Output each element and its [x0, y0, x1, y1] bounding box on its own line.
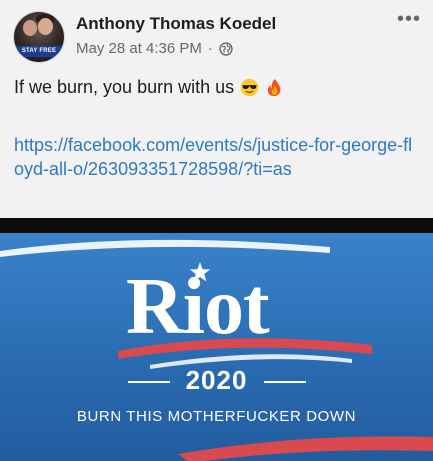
post-meta: May 28 at 4:36 PM · — [76, 40, 233, 57]
banner-year: 2020 — [185, 365, 248, 395]
riot-banner: Riot 2020 BURN THIS MOTHERFUCKER DOWN — [0, 233, 433, 461]
author-name[interactable]: Anthony Thomas Koedel — [76, 14, 276, 34]
more-options-icon[interactable]: ••• — [397, 9, 421, 29]
avatar-face-right — [38, 18, 53, 35]
meta-separator: · — [207, 40, 213, 57]
post-text: If we burn, you burn with us — [14, 77, 284, 98]
post-header: STAY FREE Anthony Thomas Koedel May 28 a… — [0, 0, 433, 70]
avatar-badge: STAY FREE — [16, 46, 62, 57]
facebook-post: STAY FREE Anthony Thomas Koedel May 28 a… — [0, 0, 433, 461]
fire-emoji-icon — [267, 78, 281, 97]
post-image[interactable]: Riot 2020 BURN THIS MOTHERFUCKER DOWN — [0, 218, 433, 461]
globe-icon[interactable] — [219, 41, 233, 56]
sunglasses-emoji-icon — [240, 78, 259, 97]
banner-tagline: BURN THIS MOTHERFUCKER DOWN — [76, 408, 357, 425]
banner-headline: Riot — [126, 263, 270, 351]
post-timestamp[interactable]: May 28 at 4:36 PM — [76, 40, 202, 57]
event-link[interactable]: https://facebook.com/events/s/justice-fo… — [14, 133, 419, 181]
post-text-content: If we burn, you burn with us — [14, 77, 235, 97]
avatar[interactable]: STAY FREE — [14, 12, 64, 62]
avatar-face-left — [23, 20, 37, 36]
